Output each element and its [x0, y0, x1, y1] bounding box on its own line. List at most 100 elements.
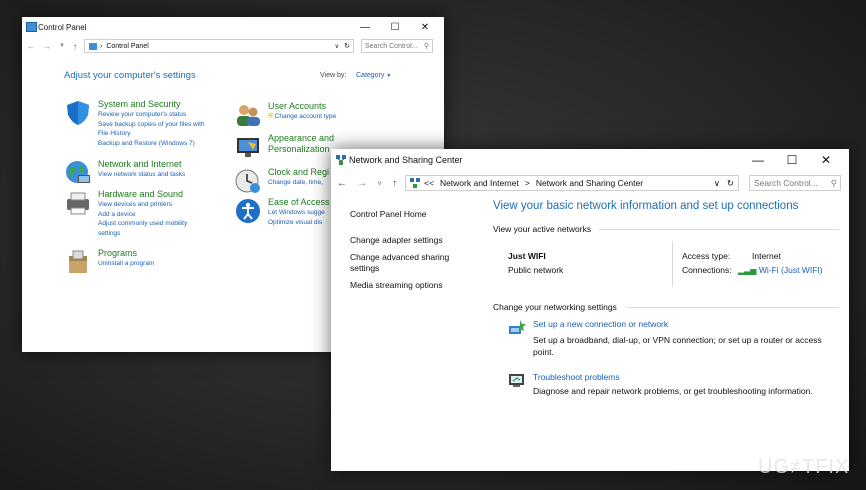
nw-heading: View your basic network information and …: [493, 200, 799, 212]
category-title-line2[interactable]: Personalization: [268, 144, 334, 155]
cp-address-bar[interactable]: › Control Panel ∨ ↻: [84, 39, 354, 53]
category-network-internet: Network and Internet View network status…: [64, 159, 185, 187]
sidebar-change-adapter[interactable]: Change adapter settings: [350, 235, 443, 246]
access-type-value: Internet: [752, 251, 781, 261]
nw-nav-buttons: ← → ∨ ↑: [337, 175, 397, 191]
nw-search-placeholder: Search Control...: [754, 178, 818, 188]
category-hardware-sound: Hardware and Sound View devices and prin…: [64, 189, 187, 238]
category-link[interactable]: Save backup copies of your files with: [98, 120, 205, 130]
nw-window-controls: — ☐ ✕: [741, 149, 843, 171]
category-title[interactable]: Appearance and: [268, 133, 334, 144]
category-title[interactable]: System and Security: [98, 99, 205, 110]
network-name: Just WIFI: [508, 251, 546, 261]
refresh-icon[interactable]: ↻: [344, 42, 350, 50]
breadcrumb-item[interactable]: Network and Sharing Center: [536, 178, 643, 188]
category-title[interactable]: Hardware and Sound: [98, 189, 187, 200]
nw-address-bar[interactable]: << Network and Internet > Network and Sh…: [405, 175, 739, 191]
view-by-label: View by:: [320, 72, 347, 79]
network-type: Public network: [508, 265, 564, 275]
category-link[interactable]: Let Windows sugge: [268, 208, 330, 218]
category-link[interactable]: Review your computer's status: [98, 110, 205, 120]
nw-search-box[interactable]: Search Control... ⚲: [749, 175, 841, 191]
cp-nav-buttons: ← → ▼ ↑: [27, 39, 77, 53]
category-programs: Programs Uninstall a program: [64, 248, 154, 276]
breadcrumb-separator: ›: [100, 42, 103, 50]
category-link[interactable]: Add a device: [98, 210, 187, 220]
maximize-button[interactable]: ☐: [775, 149, 809, 171]
address-dropdown-icon[interactable]: ∨: [714, 178, 720, 189]
minimize-button[interactable]: —: [350, 17, 380, 37]
breadcrumb-item[interactable]: Network and Internet: [440, 178, 519, 188]
recent-dropdown-icon[interactable]: ▼: [59, 43, 65, 49]
search-icon: ⚲: [830, 177, 837, 188]
address-dropdown-icon[interactable]: ∨: [335, 43, 339, 50]
troubleshoot-link[interactable]: Troubleshoot problems: [533, 372, 620, 382]
watermark-logo: UG≠TFIX: [758, 456, 850, 478]
cp-address-text: Control Panel: [106, 42, 149, 50]
chevron-down-icon: ▼: [386, 73, 392, 79]
breadcrumb-overflow[interactable]: <<: [424, 178, 434, 188]
cp-search-placeholder: Search Control...: [365, 42, 418, 50]
sidebar-label: Change advanced sharing: [350, 252, 450, 262]
category-link[interactable]: Optimize visual dis: [268, 218, 330, 228]
category-clock-region: Clock and Regi Change date, time,: [234, 167, 329, 195]
category-link[interactable]: Adjust commonly used mobility: [98, 219, 187, 229]
up-arrow-icon[interactable]: ↑: [73, 42, 77, 51]
category-title[interactable]: Ease of Access: [268, 197, 330, 208]
category-link[interactable]: Backup and Restore (Windows 7): [98, 139, 205, 149]
search-icon: ⚲: [423, 43, 429, 50]
control-panel-icon: [89, 42, 97, 50]
category-link: Change account type: [274, 113, 337, 120]
category-system-security: System and Security Review your computer…: [64, 99, 205, 148]
minimize-button[interactable]: —: [741, 149, 775, 171]
category-link[interactable]: settings: [98, 229, 187, 239]
category-title[interactable]: Programs: [98, 248, 154, 259]
category-link[interactable]: View network status and tasks: [98, 170, 185, 180]
refresh-icon[interactable]: ↻: [727, 178, 734, 189]
category-title[interactable]: User Accounts: [268, 101, 336, 112]
sidebar-control-panel-home[interactable]: Control Panel Home: [350, 209, 427, 220]
maximize-button[interactable]: ☐: [380, 17, 410, 37]
setup-network-icon: [509, 320, 526, 334]
forward-arrow-icon[interactable]: →: [357, 178, 367, 189]
recent-dropdown-icon[interactable]: ∨: [377, 179, 382, 187]
connection-link[interactable]: ▂▃▅ Wi-Fi (Just WIFI): [738, 265, 823, 275]
up-arrow-icon[interactable]: ↑: [392, 178, 397, 189]
view-by-value: Category: [356, 72, 385, 79]
category-link[interactable]: Uninstall a program: [98, 259, 154, 269]
cp-search-box[interactable]: Search Control... ⚲: [361, 39, 433, 53]
category-link[interactable]: View devices and printers: [98, 200, 187, 210]
divider: [627, 307, 839, 308]
setup-connection-desc: Set up a broadband, dial-up, or VPN conn…: [533, 335, 822, 345]
divider: [599, 229, 839, 230]
setup-connection-link[interactable]: Set up a new connection or network: [533, 319, 668, 329]
category-ease-of-access: Ease of Access Let Windows sugge Optimiz…: [234, 197, 330, 227]
forward-arrow-icon[interactable]: →: [43, 42, 51, 51]
active-networks-label: View your active networks: [493, 224, 592, 234]
globe-network-icon: [66, 161, 90, 183]
troubleshoot-icon: [509, 374, 524, 387]
view-by-dropdown[interactable]: Category ▼: [356, 72, 391, 79]
close-button[interactable]: ✕: [809, 149, 843, 171]
back-arrow-icon[interactable]: ←: [27, 42, 35, 51]
network-center-icon: [336, 155, 346, 165]
category-title[interactable]: Clock and Regi: [268, 167, 329, 178]
programs-box-icon: [69, 250, 87, 273]
sidebar-media-streaming[interactable]: Media streaming options: [350, 280, 443, 291]
shield-icon: [67, 101, 89, 125]
close-button[interactable]: ✕: [410, 17, 440, 37]
connection-name: Wi-Fi (Just WIFI): [758, 265, 823, 275]
change-settings-label: Change your networking settings: [493, 302, 617, 312]
back-arrow-icon[interactable]: ←: [337, 178, 347, 189]
category-appearance: Appearance and Personalization: [234, 133, 334, 161]
ease-of-access-icon: [236, 199, 260, 223]
category-link-with-shield[interactable]: ⛨ Change account type: [268, 112, 336, 122]
vertical-divider: [672, 241, 673, 287]
category-link[interactable]: Change date, time,: [268, 178, 329, 188]
nw-window-title: Network and Sharing Center: [349, 155, 463, 165]
category-link[interactable]: File History: [98, 129, 205, 139]
access-type-label: Access type:: [682, 251, 731, 261]
troubleshoot-desc: Diagnose and repair network problems, or…: [533, 386, 813, 396]
sidebar-change-advanced-sharing[interactable]: Change advanced sharing settings: [350, 252, 449, 274]
category-title[interactable]: Network and Internet: [98, 159, 185, 170]
